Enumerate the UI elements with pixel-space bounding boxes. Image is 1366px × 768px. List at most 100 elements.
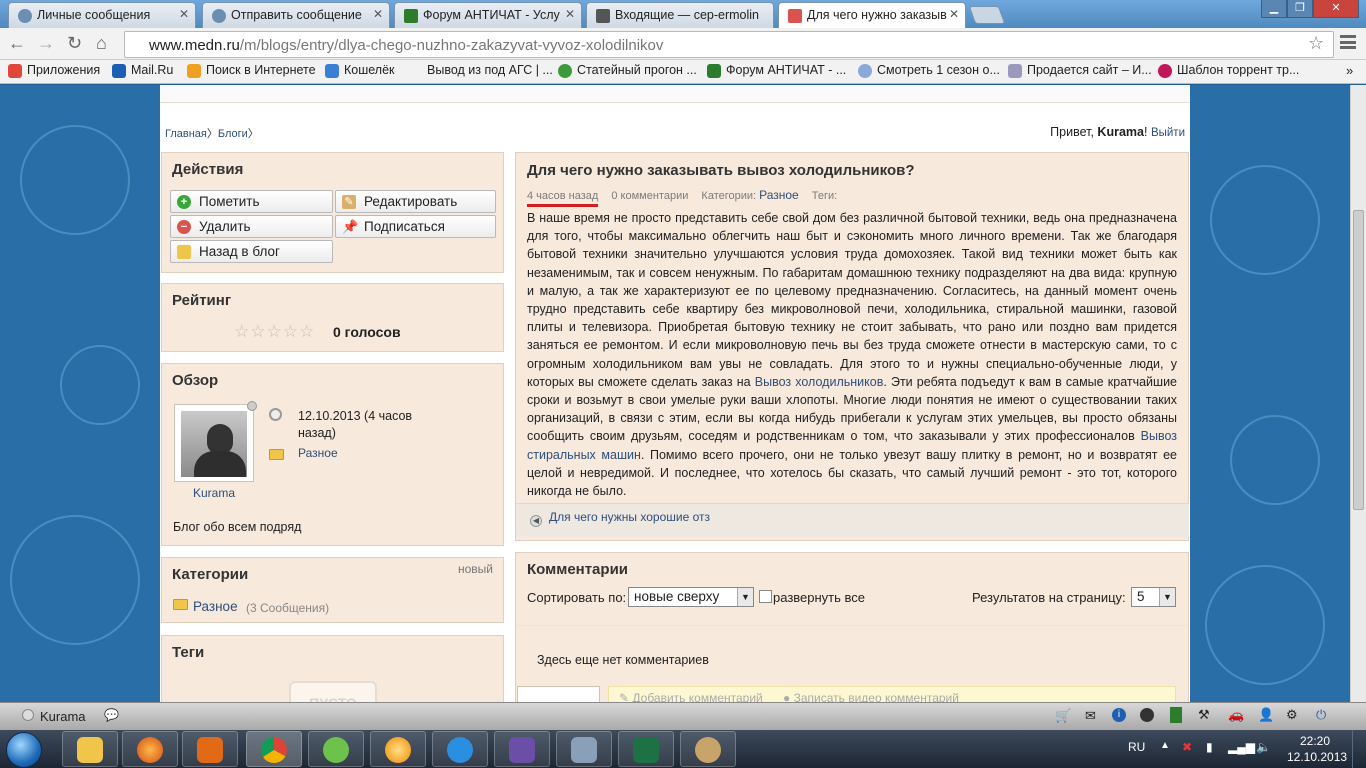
new-tab-button[interactable] bbox=[968, 6, 1006, 24]
maximize-button[interactable]: ❐ bbox=[1287, 0, 1313, 18]
expand-all-checkbox[interactable] bbox=[759, 590, 772, 603]
background-swirl bbox=[1205, 565, 1325, 685]
category-link-misc[interactable]: Разное bbox=[193, 599, 238, 614]
bookmark-watch-season[interactable]: Смотреть 1 сезон о... bbox=[858, 63, 1000, 78]
folder-icon bbox=[173, 599, 188, 610]
more-bookmarks-icon[interactable]: » bbox=[1346, 63, 1353, 78]
taskbar-firefox[interactable] bbox=[122, 731, 178, 767]
forum-icon[interactable] bbox=[1170, 707, 1182, 723]
bookmark-star-icon[interactable]: ☆ bbox=[1308, 33, 1324, 54]
globe-icon bbox=[18, 9, 32, 23]
volume-icon[interactable]: 🔈 bbox=[1256, 740, 1271, 754]
bookmark-mailru[interactable]: Mail.Ru bbox=[112, 63, 173, 78]
mark-button[interactable]: + Пометить bbox=[170, 190, 333, 213]
bookmark-article-run[interactable]: Статейный прогон ... bbox=[558, 63, 697, 78]
drop-icon bbox=[858, 64, 872, 78]
comment-icon: ✎ bbox=[619, 691, 633, 702]
car-icon[interactable]: 🚗 bbox=[1228, 707, 1244, 723]
clock-time[interactable]: 22:20 bbox=[1300, 734, 1330, 748]
taskbar-app-orange[interactable] bbox=[370, 731, 426, 767]
sort-select[interactable]: новые сверху ▼ bbox=[628, 587, 754, 607]
back-to-blog-button[interactable]: Назад в блог bbox=[170, 240, 333, 263]
previous-arrow-icon[interactable]: ◀ bbox=[530, 515, 542, 527]
show-hidden-icons-icon[interactable]: ▲ bbox=[1160, 740, 1170, 751]
tools-icon[interactable]: ⚒ bbox=[1198, 707, 1210, 723]
bookmark-ags[interactable]: Вывод из под АГС | ... bbox=[408, 63, 553, 77]
clock-date[interactable]: 12.10.2013 bbox=[1287, 750, 1347, 764]
address-bar[interactable]: www.medn.ru/m/blogs/entry/dlya-chego-nuz… bbox=[124, 31, 1334, 58]
chat-icon[interactable]: 💬 bbox=[104, 708, 119, 722]
avatar[interactable] bbox=[174, 401, 257, 482]
bookmark-torrent-template[interactable]: Шаблон торрент тр... bbox=[1158, 63, 1299, 78]
add-comment-link[interactable]: ✎ Добавить комментарий bbox=[619, 691, 763, 702]
article-category-link[interactable]: Разное bbox=[759, 188, 799, 202]
bookmark-apps[interactable]: Приложения bbox=[8, 63, 100, 78]
close-icon[interactable]: ✕ bbox=[179, 7, 189, 21]
clock-icon bbox=[269, 408, 282, 421]
tab-send-message[interactable]: Отправить сообщение ✕ bbox=[202, 2, 390, 28]
show-desktop-button[interactable] bbox=[1352, 730, 1366, 768]
flower-icon bbox=[1158, 64, 1172, 78]
rating-panel: Рейтинг ☆☆☆☆☆ 0 голосов bbox=[161, 283, 504, 352]
edit-button[interactable]: ✎ Редактировать bbox=[335, 190, 496, 213]
taskbar-icq[interactable] bbox=[308, 731, 364, 767]
overview-category-link[interactable]: Разное bbox=[298, 446, 338, 460]
reload-icon[interactable]: ↻ bbox=[67, 34, 82, 52]
tab-antichat-forum[interactable]: Форум АНТИЧАТ - Услу ✕ bbox=[394, 2, 582, 28]
author-link[interactable]: Kurama bbox=[193, 486, 235, 500]
network-alert-icon[interactable]: ✖ bbox=[1182, 740, 1192, 754]
close-window-button[interactable]: ✕ bbox=[1313, 0, 1359, 18]
bookmark-search[interactable]: Поиск в Интернете bbox=[187, 63, 316, 78]
minimize-button[interactable]: ▁ bbox=[1261, 0, 1287, 18]
previous-post-link[interactable]: Для чего нужны хорошие отз bbox=[549, 510, 710, 524]
cart-icon[interactable]: 🛒 bbox=[1055, 708, 1071, 724]
start-button[interactable] bbox=[6, 732, 42, 768]
bookmark-wallet[interactable]: Кошелёк bbox=[325, 63, 395, 78]
forward-arrow-icon[interactable]: → bbox=[37, 34, 55, 52]
close-icon[interactable]: ✕ bbox=[565, 7, 575, 21]
close-icon[interactable]: ✕ bbox=[949, 7, 959, 21]
breadcrumb-home[interactable]: Главная bbox=[165, 128, 207, 140]
per-page-select[interactable]: 5 ▼ bbox=[1131, 587, 1176, 607]
power-icon[interactable]: ⏻ bbox=[1316, 707, 1326, 723]
userbar-name[interactable]: Kurama bbox=[40, 709, 86, 724]
tab-current-article[interactable]: Для чего нужно заказыв ✕ bbox=[778, 2, 966, 29]
gear-icon[interactable]: ⚙ bbox=[1286, 707, 1298, 723]
home-icon[interactable]: ⌂ bbox=[96, 34, 107, 52]
ball-icon[interactable] bbox=[1140, 708, 1154, 722]
taskbar-visual-studio[interactable] bbox=[494, 731, 550, 767]
taskbar-ie[interactable] bbox=[432, 731, 488, 767]
language-indicator[interactable]: RU bbox=[1128, 740, 1145, 754]
page-scrollbar[interactable] bbox=[1350, 85, 1366, 702]
scrollbar-thumb[interactable] bbox=[1353, 210, 1364, 510]
close-icon[interactable]: ✕ bbox=[373, 7, 383, 21]
tab-private-messages[interactable]: Личные сообщения ✕ bbox=[8, 2, 196, 28]
link-fridge-removal[interactable]: Вывоз холодильников bbox=[755, 375, 884, 389]
mail-icon[interactable]: ✉ bbox=[1085, 708, 1096, 724]
taskbar-remote-desktop[interactable] bbox=[556, 731, 612, 767]
bookmark-antichat[interactable]: Форум АНТИЧАТ - ... bbox=[707, 63, 846, 78]
taskbar-chrome[interactable] bbox=[246, 731, 302, 767]
subscribe-button[interactable]: 📌 Подписаться bbox=[335, 215, 496, 238]
video-comment-link[interactable]: ● Записать видео комментарий bbox=[783, 691, 959, 702]
menu-icon[interactable] bbox=[1340, 35, 1356, 49]
bookmark-site-sale[interactable]: Продается сайт – И... bbox=[1008, 63, 1152, 78]
tab-inbox[interactable]: Входящие — cep-ermolin bbox=[586, 2, 774, 28]
taskbar-excel[interactable] bbox=[618, 731, 674, 767]
logout-link[interactable]: Выйти bbox=[1151, 127, 1185, 139]
taskbar-paint[interactable] bbox=[680, 731, 736, 767]
info-icon[interactable]: i bbox=[1112, 708, 1126, 722]
rating-stars[interactable]: ☆☆☆☆☆ bbox=[234, 322, 315, 342]
taskbar-explorer[interactable] bbox=[62, 731, 118, 767]
battery-icon[interactable]: ▮ bbox=[1206, 740, 1213, 754]
taskbar-media-player[interactable] bbox=[182, 731, 238, 767]
post-date: 12.10.2013 (4 часов назад) bbox=[298, 409, 413, 440]
person-icon[interactable]: 👤 bbox=[1258, 707, 1274, 723]
delete-button[interactable]: − Удалить bbox=[170, 215, 333, 238]
breadcrumb-blogs[interactable]: Блоги bbox=[218, 128, 248, 140]
signal-icon[interactable]: ▂▄▆ bbox=[1228, 740, 1255, 754]
comments-count[interactable]: 0 комментарии bbox=[611, 190, 688, 202]
categories-title: Категории bbox=[172, 566, 249, 583]
back-arrow-icon[interactable]: ← bbox=[8, 34, 26, 52]
folder-icon bbox=[269, 449, 284, 460]
